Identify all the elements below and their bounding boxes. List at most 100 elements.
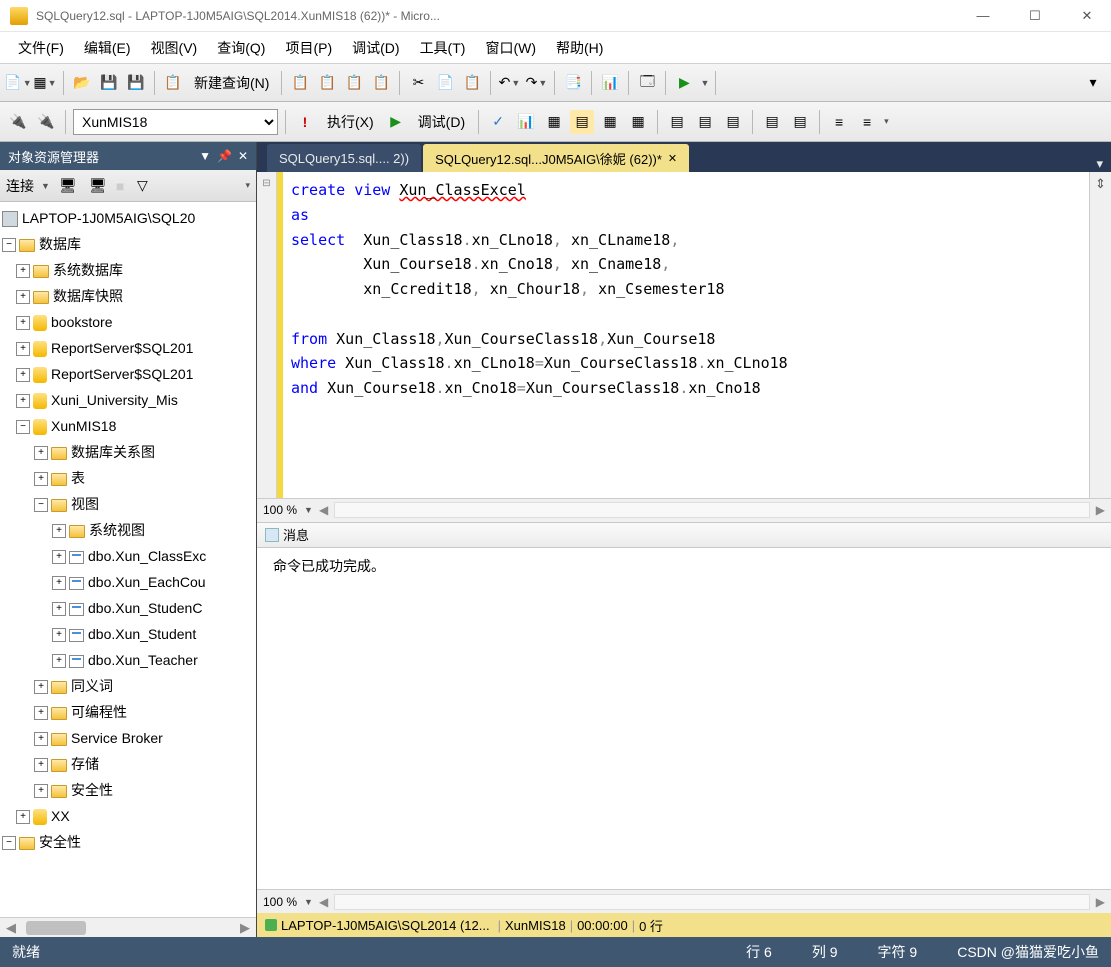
expand-icon[interactable]: + [52,576,66,590]
start-dropdown[interactable]: ▼ [700,78,709,88]
code-editor[interactable]: ⊟ create view Xun_ClassExcel as select X… [257,172,1111,498]
debug-play-icon[interactable]: ▶ [384,110,408,134]
save-all-icon[interactable]: 💾 [124,71,148,95]
view-eachcou[interactable]: dbo.Xun_EachCou [88,570,206,596]
start-icon[interactable]: ▶ [672,71,696,95]
database-combo[interactable]: XunMIS18 [73,109,278,135]
security2-node[interactable]: 安全性 [39,830,81,856]
editor-hscrollbar[interactable] [334,502,1090,518]
mdx-icon[interactable]: 📋 [315,71,339,95]
connect-button[interactable]: 连接 [6,176,34,196]
expand-icon[interactable]: − [2,238,16,252]
menu-edit[interactable]: 编辑(E) [74,34,141,62]
registered-icon[interactable]: 🗔 [635,71,659,95]
parse-icon[interactable]: ✓ [486,110,510,134]
comment-icon[interactable]: ▤ [665,110,689,134]
activity-icon[interactable]: 📊 [598,71,622,95]
sysdb-node[interactable]: 系统数据库 [53,258,123,284]
plan-icon[interactable]: 📊 [514,110,538,134]
oe-icon2[interactable]: 🖥 [86,174,110,198]
new-project-icon[interactable]: 📄▼ [6,71,30,95]
expand-icon[interactable]: − [34,498,48,512]
messages-tab[interactable]: 消息 [257,522,1111,548]
oe-icon1[interactable]: 🖥 [56,174,80,198]
messages-body[interactable]: 命令已成功完成。 [257,548,1111,890]
databases-node[interactable]: 数据库 [39,232,81,258]
expand-icon[interactable]: + [34,784,48,798]
outdent-icon[interactable]: ▤ [788,110,812,134]
expand-icon[interactable]: − [2,836,16,850]
paste-icon[interactable]: 📋 [460,71,484,95]
oe-overflow[interactable]: ▾ [245,180,250,191]
tb2-overflow[interactable]: ▾ [884,116,889,127]
security-node[interactable]: 安全性 [71,778,113,804]
xmla-icon[interactable]: 📋 [369,71,393,95]
tab-sqlquery15[interactable]: SQLQuery15.sql.... 2)) [267,144,421,172]
disconnect-icon[interactable]: 🔌 [34,110,58,134]
expand-icon[interactable]: + [16,394,30,408]
view-classexc[interactable]: dbo.Xun_ClassExc [88,544,206,570]
new-query-button[interactable]: 新建查询(N) [188,71,275,95]
expand-icon[interactable]: + [52,524,66,538]
expand-icon[interactable]: + [16,316,30,330]
expand-icon[interactable]: + [16,264,30,278]
storage-node[interactable]: 存储 [71,752,99,778]
results-text-icon[interactable]: ▤ [570,110,594,134]
de-icon[interactable]: 📋 [288,71,312,95]
indent-icon[interactable]: ▤ [760,110,784,134]
zoom-level[interactable]: 100 % [263,503,297,517]
change-conn-icon[interactable]: 🔌 [6,110,30,134]
expand-icon[interactable]: − [16,420,30,434]
tab-sqlquery12[interactable]: SQLQuery12.sql...J0M5AIG\徐妮 (62))*✕ [423,144,689,172]
menu-view[interactable]: 视图(V) [141,34,208,62]
undo-icon[interactable]: ↶▼ [497,71,521,95]
snapshot-node[interactable]: 数据库快照 [53,284,123,310]
panel-close-icon[interactable]: ✕ [238,149,248,163]
results-file-icon[interactable]: ▦ [626,110,650,134]
synonyms-node[interactable]: 同义词 [71,674,113,700]
db-rs1[interactable]: ReportServer$SQL201 [51,336,193,362]
minimize-button[interactable]: — [969,8,997,24]
db-rs2[interactable]: ReportServer$SQL201 [51,362,193,388]
save-icon[interactable]: 💾 [97,71,121,95]
menu-query[interactable]: 查询(Q) [207,34,275,62]
expand-icon[interactable]: + [34,732,48,746]
sysviews-node[interactable]: 系统视图 [89,518,145,544]
split-icon[interactable]: ⇕ [1089,172,1111,498]
uncomment-icon[interactable]: ▤ [693,110,717,134]
results-grid-icon[interactable]: ▦ [598,110,622,134]
sb-node[interactable]: Service Broker [71,726,163,752]
db-xx[interactable]: XX [51,804,70,830]
view-student[interactable]: dbo.Xun_Student [88,622,196,648]
expand-icon[interactable]: + [52,628,66,642]
execute-button[interactable]: 执行(X) [321,110,380,134]
expand-icon[interactable]: + [16,342,30,356]
expand-icon[interactable]: + [52,602,66,616]
menu-tools[interactable]: 工具(T) [410,34,476,62]
indent-dec-icon[interactable]: ≡ [855,110,879,134]
expand-icon[interactable]: + [16,368,30,382]
execute-icon[interactable]: ! [293,110,317,134]
db-xunmis[interactable]: XunMIS18 [51,414,116,440]
menu-window[interactable]: 窗口(W) [475,34,546,62]
code-text[interactable]: create view Xun_ClassExcel as select Xun… [283,172,1089,498]
expand-icon[interactable]: + [34,680,48,694]
expand-icon[interactable]: + [34,706,48,720]
panel-pin-icon[interactable]: 📌 [217,149,232,163]
tab-close-icon[interactable]: ✕ [668,152,677,165]
outline-gutter[interactable]: ⊟ [257,172,277,498]
tabs-menu-icon[interactable]: ▾ [1088,156,1111,172]
prog-node[interactable]: 可编程性 [71,700,127,726]
cut-icon[interactable]: ✂ [406,71,430,95]
views-node[interactable]: 视图 [71,492,99,518]
view-studenc[interactable]: dbo.Xun_StudenC [88,596,202,622]
open-icon[interactable]: 📂 [70,71,94,95]
msg-hscrollbar[interactable] [334,894,1090,910]
menu-file[interactable]: 文件(F) [8,34,74,62]
view-teacher[interactable]: dbo.Xun_Teacher [88,648,198,674]
server-node[interactable]: LAPTOP-1J0M5AIG\SQL20 [22,206,195,232]
debug-button[interactable]: 调试(D) [412,110,471,134]
menu-help[interactable]: 帮助(H) [546,34,613,62]
tree-hscrollbar[interactable]: ◀▶ [0,917,256,937]
indent-inc-icon[interactable]: ≡ [827,110,851,134]
